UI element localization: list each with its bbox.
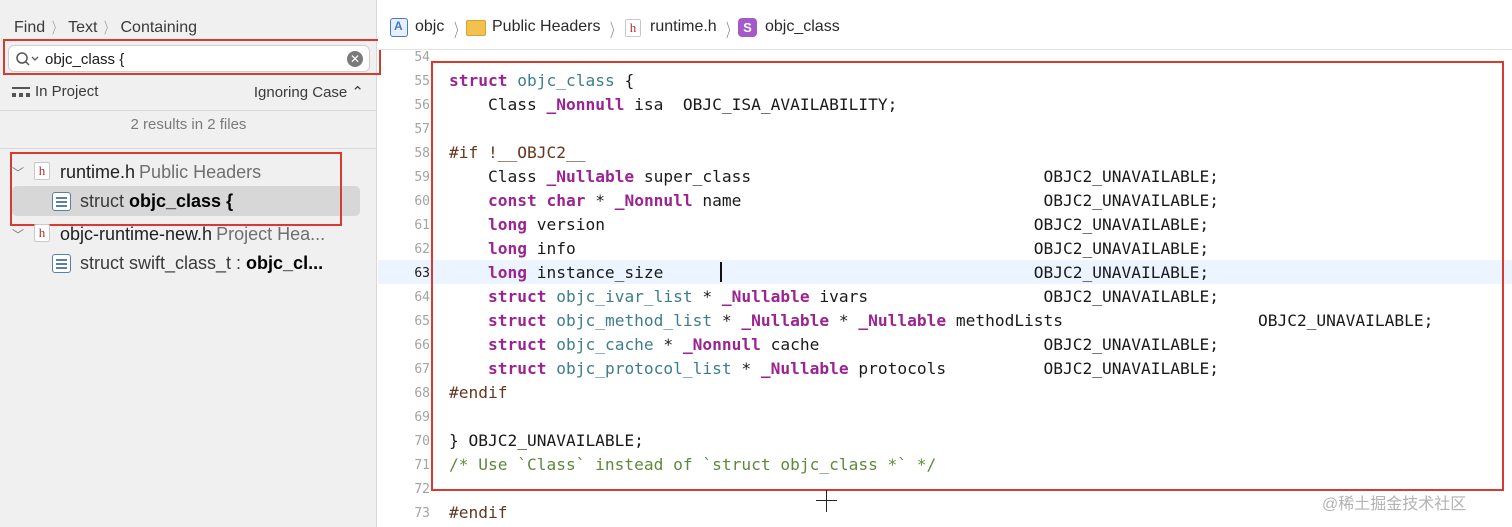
line-number: 64: [414, 290, 430, 305]
breadcrumb-group[interactable]: Public Headers: [492, 18, 601, 36]
header-file-icon: h: [34, 224, 50, 242]
code-line[interactable]: long instance_size OBJC2_UNAVAILABLE;: [449, 263, 1209, 282]
folder-icon: [466, 20, 486, 36]
match-prefix: struct swift_class_t :: [80, 253, 247, 273]
struct-symbol-icon: S: [738, 18, 757, 37]
case-sensitivity-select[interactable]: Ignoring Case ⌃: [254, 83, 364, 101]
code-line[interactable]: struct objc_method_list * _Nullable * _N…: [449, 311, 1433, 330]
line-number: 68: [414, 386, 430, 401]
result-file-row[interactable]: ﹀ h runtime.h Public Headers: [0, 157, 377, 187]
jump-bar: objc 〉 Public Headers 〉 h runtime.h 〉 S …: [378, 0, 1512, 50]
line-number: 54: [414, 50, 430, 65]
line-number: 72: [414, 482, 430, 497]
line-number: 73: [414, 506, 430, 521]
result-match-row[interactable]: struct objc_class {: [0, 186, 377, 218]
scope-row: In Project Ignoring Case ⌃: [12, 82, 364, 102]
crosshair-cursor-icon: [826, 490, 827, 512]
line-number: 65: [414, 314, 430, 329]
code-line[interactable]: Class _Nonnull isa OBJC_ISA_AVAILABILITY…: [449, 95, 897, 114]
code-line[interactable]: struct objc_class {: [449, 71, 634, 90]
code-line[interactable]: struct objc_protocol_list * _Nullable pr…: [449, 359, 1219, 378]
scope-icon: [12, 87, 30, 97]
code-line[interactable]: long info OBJC2_UNAVAILABLE;: [449, 239, 1209, 258]
line-number: 57: [414, 122, 430, 137]
code-comment-line[interactable]: /* Use `Class` instead of `struct objc_c…: [449, 455, 936, 474]
search-input[interactable]: [45, 50, 335, 68]
match-prefix: struct: [80, 191, 130, 211]
chevron-right-icon: 〉: [610, 21, 620, 41]
chevron-right-icon: 〉: [454, 21, 464, 41]
match-line-icon: [52, 254, 71, 273]
match-highlight: objc_cl...: [246, 253, 324, 273]
line-number: 69: [414, 410, 430, 425]
code-line[interactable]: } OBJC2_UNAVAILABLE;: [449, 431, 644, 450]
result-match-row[interactable]: struct swift_class_t : objc_cl...: [0, 248, 377, 280]
result-file-path: Project Hea...: [216, 224, 326, 244]
code-line[interactable]: Class _Nullable super_class OBJC2_UNAVAI…: [449, 167, 1219, 186]
clear-icon[interactable]: ✕: [347, 51, 363, 67]
code-line[interactable]: struct objc_ivar_list * _Nullable ivars …: [449, 287, 1219, 306]
breadcrumb-project[interactable]: objc: [415, 18, 444, 36]
find-mode-find[interactable]: Find: [14, 19, 45, 37]
disclosure-open-icon[interactable]: ﹀: [12, 164, 24, 181]
text-caret: [720, 262, 722, 282]
code-line[interactable]: #if !__OBJC2__: [449, 143, 585, 162]
line-number: 60: [414, 194, 430, 209]
find-navigator: Find 〉 Text 〉 Containing ✕ In Project Ig…: [0, 0, 381, 527]
match-line-icon: [52, 192, 71, 211]
line-number: 61: [414, 218, 430, 233]
find-mode-containing[interactable]: Containing: [121, 19, 198, 37]
results-summary: 2 results in 2 files: [130, 116, 247, 133]
disclosure-open-icon[interactable]: ﹀: [12, 226, 24, 243]
divider: [0, 110, 377, 111]
line-number: 66: [414, 338, 430, 353]
line-number: 55: [414, 74, 430, 89]
crosshair-cursor-icon: [816, 500, 837, 501]
scope-label[interactable]: In Project: [35, 83, 98, 100]
search-icon[interactable]: [15, 51, 41, 67]
watermark: @稀土掘金技术社区: [1322, 496, 1467, 513]
line-number: 58: [414, 146, 430, 161]
line-number: 59: [414, 170, 430, 185]
match-highlight: objc_class {: [129, 191, 234, 211]
find-mode-bar[interactable]: Find 〉 Text 〉 Containing: [14, 17, 197, 38]
code-line[interactable]: struct objc_cache * _Nonnull cache OBJC2…: [449, 335, 1219, 354]
chevron-right-icon: 〉: [726, 21, 736, 41]
result-file-row[interactable]: ﹀ h objc-runtime-new.h Project Hea...: [0, 219, 377, 249]
result-file-name: runtime.h: [60, 162, 136, 182]
code-line[interactable]: const char * _Nonnull name OBJC2_UNAVAIL…: [449, 191, 1219, 210]
code-line[interactable]: long version OBJC2_UNAVAILABLE;: [449, 215, 1209, 234]
search-field[interactable]: ✕: [8, 45, 370, 72]
project-icon: [390, 18, 408, 37]
line-number: 70: [414, 434, 430, 449]
breadcrumb-symbol[interactable]: objc_class: [765, 18, 840, 36]
breadcrumb-file[interactable]: runtime.h: [650, 18, 717, 36]
chevron-right-icon: 〉: [104, 20, 114, 37]
header-file-icon: h: [625, 19, 641, 37]
result-file-name: objc-runtime-new.h: [60, 224, 213, 244]
code-line[interactable]: #endif: [449, 383, 507, 402]
divider: [0, 148, 377, 149]
line-number: 67: [414, 362, 430, 377]
header-file-icon: h: [34, 162, 50, 180]
chevron-right-icon: 〉: [52, 20, 62, 37]
line-number-current: 63: [414, 266, 430, 281]
find-mode-text[interactable]: Text: [68, 19, 97, 37]
line-number: 62: [414, 242, 430, 257]
result-file-path: Public Headers: [139, 162, 262, 182]
line-number: 56: [414, 98, 430, 113]
line-number: 71: [414, 458, 430, 473]
code-line[interactable]: #endif: [449, 503, 507, 522]
